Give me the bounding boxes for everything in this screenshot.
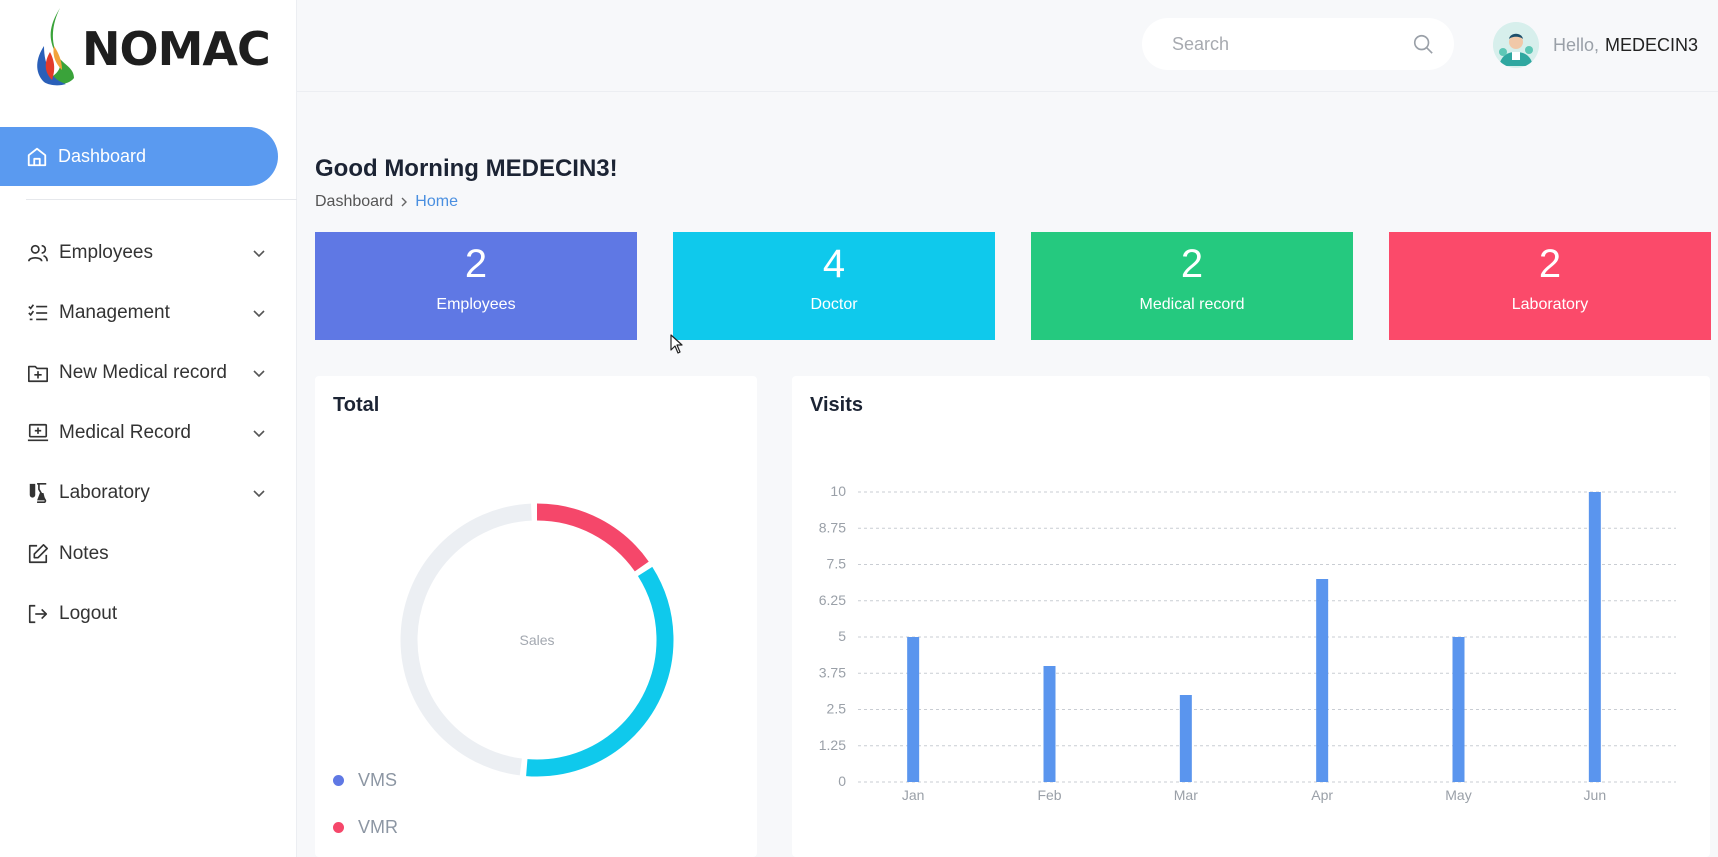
sidebar-item-new-medical-record[interactable]: New Medical record	[26, 356, 266, 390]
stat-label: Doctor	[810, 296, 858, 313]
brand-name: NOMAC	[82, 22, 271, 76]
sidebar-item-label: Dashboard	[58, 146, 147, 166]
mouse-cursor-icon	[670, 334, 683, 354]
sidebar-item-label: Logout	[59, 603, 118, 624]
brand-logo[interactable]: NOMAC	[30, 6, 271, 86]
bar-feb[interactable]	[1043, 666, 1056, 782]
search-icon[interactable]	[1412, 33, 1434, 55]
chevron-down-icon	[253, 490, 265, 498]
y-tick-label: 8.75	[819, 519, 846, 535]
avatar[interactable]	[1493, 22, 1539, 68]
sidebar-item-laboratory[interactable]: Laboratory	[26, 476, 266, 510]
sidebar-item-label: New Medical record	[59, 362, 227, 383]
chevron-down-icon	[253, 430, 265, 438]
x-tick-label: Mar	[1174, 787, 1198, 803]
y-tick-label: 3.75	[819, 664, 846, 680]
x-tick-label: Feb	[1037, 787, 1061, 803]
sidebar-divider	[26, 199, 297, 200]
x-tick-label: Jan	[902, 787, 925, 803]
top-header: Hello, MEDECIN3	[297, 0, 1718, 92]
doctor-avatar-icon	[1493, 22, 1539, 68]
sidebar-item-dashboard[interactable]: Dashboard	[0, 127, 278, 186]
stat-value: 2	[1180, 242, 1204, 286]
y-tick-label: 7.5	[827, 556, 847, 572]
visits-card: Visits 0 1.25 2.5 3.75 5 6.25 7.5 8.75 10 Jan Feb M…	[792, 376, 1710, 857]
donut-center-label: Sales	[519, 632, 554, 648]
y-tick-label: 5	[838, 628, 846, 644]
stat-label: Employees	[436, 296, 516, 313]
legend-dot	[333, 822, 344, 833]
legend-item-vms[interactable]: VMS	[333, 770, 397, 791]
sidebar-item-label: Medical Record	[59, 422, 191, 443]
y-tick-label: 2.5	[827, 701, 847, 717]
sidebar-item-logout[interactable]: Logout	[26, 597, 266, 631]
visits-bar-chart: 0 1.25 2.5 3.75 5 6.25 7.5 8.75 10 Jan Feb Mar Apr Ma…	[819, 483, 1676, 803]
flask-icon	[26, 481, 50, 505]
x-tick-label: Apr	[1311, 787, 1333, 803]
sidebar: NOMAC Dashboard Employees Management New…	[0, 0, 297, 857]
sidebar-item-label: Employees	[59, 242, 153, 263]
donut-chart: Sales	[400, 503, 674, 777]
sidebar-item-label: Management	[59, 302, 170, 323]
card-title: Visits	[810, 394, 863, 416]
bar-jun[interactable]	[1588, 492, 1601, 782]
username: MEDECIN3	[1605, 34, 1699, 55]
search-input[interactable]	[1172, 33, 1402, 55]
chevron-down-icon	[253, 310, 265, 318]
bar-jan[interactable]	[907, 637, 920, 782]
sidebar-item-notes[interactable]: Notes	[26, 537, 266, 571]
y-tick-label: 0	[838, 773, 846, 789]
chevron-right-icon	[401, 197, 408, 207]
sidebar-item-management[interactable]: Management	[26, 296, 266, 330]
breadcrumb-current: Home	[415, 193, 458, 210]
breadcrumb-parent[interactable]: Dashboard	[315, 193, 393, 211]
stat-card-employees[interactable]: 2 Employees	[315, 232, 637, 340]
edit-icon	[26, 542, 50, 566]
y-tick-label: 6.25	[819, 592, 846, 608]
greeting-prefix: Hello,	[1553, 34, 1600, 55]
sidebar-item-label: Laboratory	[59, 482, 150, 503]
stat-label: Laboratory	[1511, 296, 1589, 313]
stat-value: 2	[464, 242, 488, 286]
bar-apr[interactable]	[1316, 579, 1329, 782]
monitor-plus-icon	[26, 421, 50, 445]
stat-card-medical-record[interactable]: 2 Medical record	[1031, 232, 1353, 340]
user-menu[interactable]: Hello, MEDECIN3	[1493, 22, 1698, 68]
bar-may[interactable]	[1452, 637, 1465, 782]
checklist-icon	[26, 301, 50, 325]
legend-label: VMR	[358, 817, 398, 837]
page-title: Good Morning MEDECIN3!	[315, 155, 618, 182]
total-card: Total Sales VMS VMR	[315, 376, 757, 857]
sidebar-item-medical-record[interactable]: Medical Record	[26, 416, 266, 450]
breadcrumb: Dashboard Home	[315, 193, 458, 211]
bar-mar[interactable]	[1179, 695, 1192, 782]
users-icon	[26, 241, 50, 265]
chevron-down-icon	[253, 370, 265, 378]
home-icon	[26, 146, 48, 168]
search-box[interactable]	[1142, 18, 1454, 70]
stat-value: 2	[1538, 242, 1562, 286]
logout-icon	[26, 602, 50, 626]
stat-card-doctor[interactable]: 4 Doctor	[673, 232, 995, 340]
y-tick-label: 1.25	[819, 737, 846, 753]
stat-card-laboratory[interactable]: 2 Laboratory	[1389, 232, 1711, 340]
flame-logo-icon	[37, 8, 74, 86]
sidebar-item-employees[interactable]: Employees	[26, 236, 266, 270]
card-title: Total	[333, 394, 380, 416]
y-tick-label: 10	[830, 483, 846, 499]
x-tick-label: Jun	[1584, 787, 1607, 803]
stat-label: Medical record	[1139, 296, 1245, 313]
x-tick-label: May	[1445, 787, 1471, 803]
legend-label: VMS	[358, 770, 398, 790]
stat-value: 4	[822, 242, 846, 286]
legend-dot	[333, 775, 344, 786]
chevron-down-icon	[253, 250, 265, 258]
legend-item-vmr[interactable]: VMR	[333, 817, 398, 838]
sidebar-item-label: Notes	[59, 543, 109, 564]
folder-plus-icon	[26, 361, 50, 385]
